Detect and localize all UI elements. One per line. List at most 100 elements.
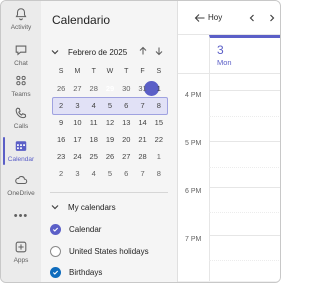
calendar-item-holidays[interactable]: United States holidays: [50, 244, 149, 258]
day-cell[interactable]: 5: [102, 166, 118, 182]
rail-item-activity[interactable]: Activity: [1, 3, 41, 41]
day-cell[interactable]: 10: [69, 115, 85, 131]
my-calendars-toggle[interactable]: My calendars: [50, 200, 116, 214]
day-cell[interactable]: 3: [69, 98, 85, 114]
page-title: Calendario: [52, 13, 111, 27]
day-cell[interactable]: 4: [86, 166, 102, 182]
day-cell[interactable]: 23: [53, 149, 69, 165]
day-cell[interactable]: 6: [118, 166, 134, 182]
apps-icon: [15, 241, 27, 253]
calendar-side-pane: Calendario Febrero de 2025 S M T W T F S…: [42, 1, 170, 282]
rail-label-activity: Activity: [10, 24, 32, 31]
day-name: Mon: [217, 58, 232, 67]
day-cell[interactable]: 24: [69, 149, 85, 165]
today-button[interactable]: Hoy: [208, 13, 222, 22]
day-cell[interactable]: 21: [134, 132, 150, 148]
half-hour-line: [209, 167, 280, 168]
day-cell[interactable]: 25: [86, 149, 102, 165]
rail-item-apps[interactable]: Apps: [1, 236, 41, 274]
hour-line: [209, 141, 280, 142]
day-cell[interactable]: 30: [118, 81, 134, 97]
app-rail: Activity Chat Teams Calls Calendar OneDr…: [1, 1, 41, 282]
day-cell[interactable]: 27: [118, 149, 134, 165]
weekday-label: S: [58, 68, 64, 75]
hour-label: 5 PM: [185, 140, 202, 147]
rail-label-calendar: Calendar: [7, 156, 35, 163]
calendar-item-birthdays[interactable]: Birthdays: [50, 265, 102, 279]
weekday-label: T: [124, 68, 129, 75]
day-cell[interactable]: 8: [151, 166, 167, 182]
day-cell[interactable]: 14: [134, 115, 150, 131]
day-cell[interactable]: 26: [102, 149, 118, 165]
chevron-down-icon: [51, 50, 59, 55]
hour-line: [209, 90, 280, 91]
day-cell[interactable]: 7: [134, 98, 150, 114]
week-row-selected: 2 3 4 5 6 7 8: [53, 98, 167, 114]
day-cell[interactable]: 12: [102, 115, 118, 131]
arrow-up-icon[interactable]: [138, 46, 148, 56]
day-cell[interactable]: 22: [151, 132, 167, 148]
phone-icon: [15, 107, 27, 119]
calendar-icon: [15, 141, 27, 151]
month-label: Febrero de 2025: [68, 47, 128, 57]
teams-window: Activity Chat Teams Calls Calendar OneDr…: [0, 0, 281, 283]
day-grid-column[interactable]: [209, 73, 280, 282]
day-cell[interactable]: 28: [134, 149, 150, 165]
day-cell[interactable]: 2: [53, 166, 69, 182]
day-cell[interactable]: 1: [151, 81, 167, 97]
day-cell[interactable]: 4: [86, 98, 102, 114]
my-calendars-label: My calendars: [68, 202, 116, 212]
day-cell[interactable]: 3: [69, 166, 85, 182]
rail-label-calls: Calls: [13, 123, 29, 130]
week-row: 16 17 18 19 20 21 22: [53, 132, 167, 148]
day-cell[interactable]: 2: [53, 98, 69, 114]
day-cell[interactable]: 26: [53, 81, 69, 97]
rail-label-onedrive: OneDrive: [7, 190, 35, 197]
bell-icon: [15, 8, 27, 21]
checkbox[interactable]: [50, 223, 61, 235]
teams-icon: [16, 75, 26, 86]
day-cell[interactable]: 20: [118, 132, 134, 148]
weekday-label: S: [156, 68, 162, 75]
day-cell[interactable]: 31: [134, 81, 150, 97]
more-apps-button[interactable]: •••: [1, 210, 41, 222]
day-cell[interactable]: 15: [151, 115, 167, 131]
day-cell[interactable]: 28: [86, 81, 102, 97]
arrow-left-icon[interactable]: [194, 12, 206, 24]
half-hour-line: [209, 260, 280, 261]
checkbox[interactable]: [50, 245, 61, 257]
day-column-header[interactable]: 3 Mon: [209, 35, 280, 73]
day-cell[interactable]: 11: [86, 115, 102, 131]
day-cell[interactable]: 7: [134, 166, 150, 182]
day-cell[interactable]: 17: [69, 132, 85, 148]
hour-label: 6 PM: [185, 188, 202, 195]
weekday-label: W: [106, 68, 114, 75]
rail-label-teams: Teams: [11, 91, 31, 98]
day-cell[interactable]: 6: [118, 98, 134, 114]
day-cell[interactable]: 13: [118, 115, 134, 131]
day-cell[interactable]: 5: [102, 98, 118, 114]
calendar-item-calendar[interactable]: Calendar: [50, 222, 101, 236]
checkbox[interactable]: [50, 266, 61, 278]
calendar-item-label: Calendar: [69, 224, 102, 234]
weekday-header: S M T W T F S: [53, 64, 167, 80]
pane-divider: [50, 192, 168, 193]
view-toolbar: Hoy: [178, 1, 280, 35]
day-cell[interactable]: 1: [151, 149, 167, 165]
day-cell[interactable]: 19: [102, 132, 118, 148]
day-cell[interactable]: 9: [53, 115, 69, 131]
chevron-down-icon: [51, 205, 59, 210]
day-cell-today[interactable]: 29: [102, 81, 118, 97]
day-cell[interactable]: 18: [86, 132, 102, 148]
rail-item-calendar[interactable]: Calendar: [1, 135, 41, 173]
arrow-down-icon[interactable]: [154, 46, 164, 56]
day-cell[interactable]: 8: [151, 98, 167, 114]
chevron-right-icon[interactable]: [267, 13, 277, 23]
day-cell[interactable]: 27: [69, 81, 85, 97]
rail-label-apps: Apps: [13, 257, 29, 264]
hour-label: 4 PM: [185, 92, 202, 99]
half-hour-line: [209, 116, 280, 117]
day-cell[interactable]: 16: [53, 132, 69, 148]
rail-item-onedrive[interactable]: OneDrive: [1, 169, 41, 207]
chevron-left-icon[interactable]: [247, 13, 257, 23]
